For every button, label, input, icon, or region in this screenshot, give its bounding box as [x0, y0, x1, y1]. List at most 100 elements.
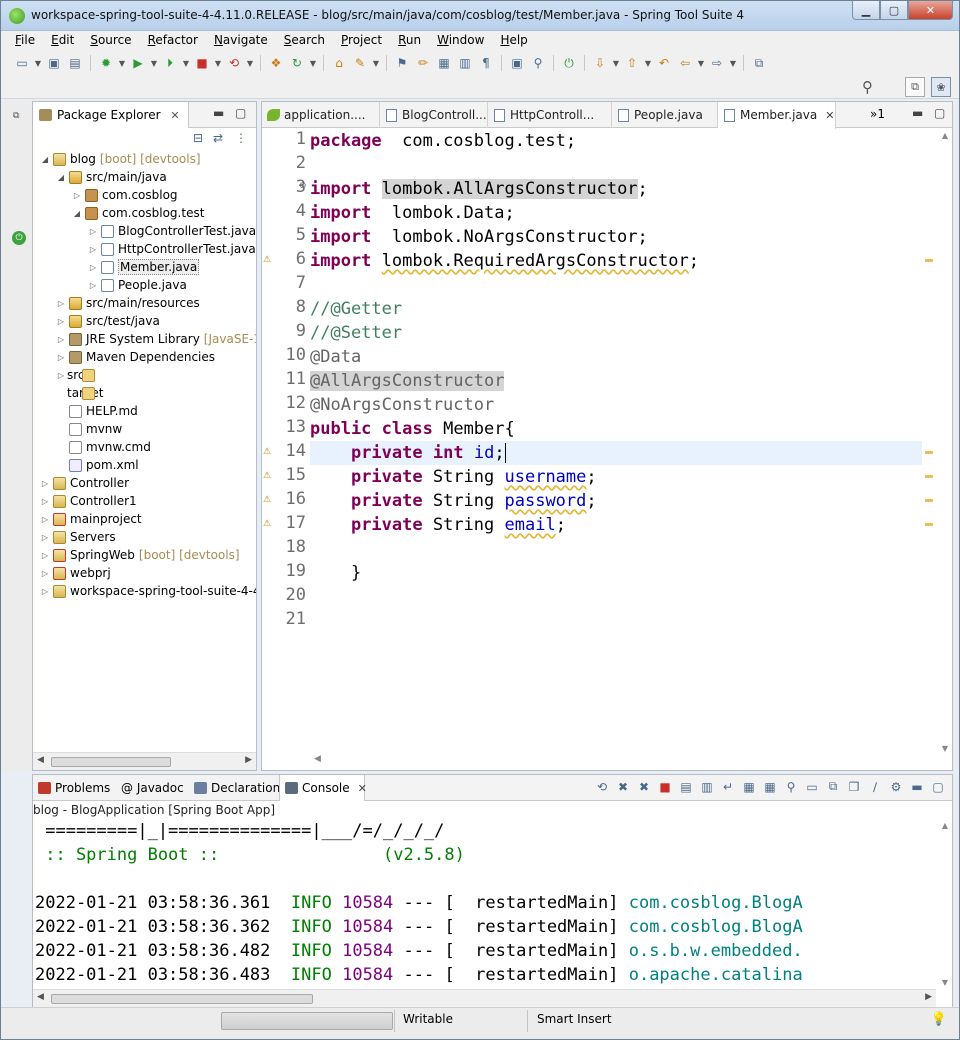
refresh-icon[interactable]: ↻: [288, 54, 306, 72]
tree-item[interactable]: ▷ webprj: [39, 564, 111, 582]
new-icon[interactable]: ▭: [13, 54, 31, 72]
show-on-stdout-icon[interactable]: ▦: [741, 780, 757, 794]
tree-item[interactable]: ▷ mainproject: [39, 510, 142, 528]
collapsed-arrow-icon[interactable]: ▷: [55, 299, 67, 308]
menu-file[interactable]: File: [7, 31, 43, 51]
scroll-up-icon[interactable]: ▲: [942, 821, 948, 830]
tree-item[interactable]: ◢ com.cosblog.test: [71, 204, 204, 222]
fold-toggle-icon[interactable]: ⊖: [299, 181, 307, 191]
new-dropdown-icon[interactable]: ▼: [34, 54, 42, 72]
pin-console-icon[interactable]: ⚲: [783, 780, 799, 794]
bottom-tab-declaration[interactable]: Declaration: [189, 775, 280, 801]
run-external-icon[interactable]: ⏵: [161, 54, 179, 72]
tree-item[interactable]: pom.xml: [55, 456, 139, 474]
debug-dropdown-icon[interactable]: ▼: [118, 54, 126, 72]
overview-warning-mark[interactable]: [925, 499, 933, 502]
last-edit-icon[interactable]: ↶: [655, 54, 673, 72]
collapsed-arrow-icon[interactable]: ▷: [55, 317, 67, 326]
open-folder-icon[interactable]: ⌂: [330, 54, 348, 72]
collapsed-arrow-icon[interactable]: ▷: [87, 245, 99, 254]
close-icon[interactable]: ✕: [170, 109, 179, 122]
overview-warning-mark[interactable]: [925, 259, 933, 262]
next-annotation-icon[interactable]: ⇩: [591, 54, 609, 72]
annotation-icon[interactable]: ⚑: [393, 54, 411, 72]
code-area[interactable]: package com.cosblog.test; import lombok.A…: [310, 129, 922, 749]
expanded-arrow-icon[interactable]: ◢: [55, 173, 67, 182]
tree-item[interactable]: ▷ src/test/java: [55, 312, 160, 330]
bottom-tab-console[interactable]: Console ✕: [279, 775, 367, 801]
maximize-icon[interactable]: ▢: [930, 780, 946, 794]
collapsed-arrow-icon[interactable]: ▷: [55, 371, 67, 380]
remove-launch-icon[interactable]: ✖: [615, 780, 631, 794]
tree-item[interactable]: HELP.md: [55, 402, 138, 420]
view-menu-icon[interactable]: ⋮: [235, 131, 247, 145]
warning-marker-icon[interactable]: ⚠: [263, 447, 274, 458]
collapsed-arrow-icon[interactable]: ▷: [87, 281, 99, 290]
scroll-thumb[interactable]: [51, 757, 171, 767]
bottom-tab-javadoc[interactable]: @ Javadoc: [117, 775, 189, 801]
external-dropdown-icon[interactable]: ▼: [182, 54, 190, 72]
link-with-editor-icon[interactable]: ⇄: [213, 131, 223, 145]
tree-item[interactable]: ▷ src/main/resources: [55, 294, 200, 312]
console-horizontal-scrollbar[interactable]: ◀ ▶: [33, 989, 936, 1007]
tree-item[interactable]: ▷ src: [55, 366, 95, 384]
run-dropdown-icon[interactable]: ▼: [150, 54, 158, 72]
editor-horizontal-scrollbar[interactable]: ◀: [310, 752, 938, 770]
menu-window[interactable]: Window: [429, 31, 492, 51]
tree-item[interactable]: target: [55, 384, 104, 402]
tree-item[interactable]: ▷ Servers: [39, 528, 116, 546]
scroll-down-icon[interactable]: ▼: [942, 978, 948, 987]
prev-annotation-icon[interactable]: ⇧: [623, 54, 641, 72]
tree-item[interactable]: mvnw.cmd: [55, 438, 151, 456]
minimize-icon[interactable]: ▬: [912, 106, 923, 120]
scroll-thumb[interactable]: [51, 994, 313, 1004]
scroll-left-icon[interactable]: ◀: [37, 992, 44, 1002]
forward-dropdown-icon[interactable]: ▼: [729, 54, 737, 72]
pin-icon[interactable]: ⚲: [529, 54, 547, 72]
menu-run[interactable]: Run: [390, 31, 429, 51]
console-vertical-scrollbar[interactable]: ▲ ▼: [936, 819, 952, 989]
collapsed-arrow-icon[interactable]: ▷: [39, 515, 51, 524]
menu-help[interactable]: Help: [492, 31, 535, 51]
console-output[interactable]: =========|_|==============|___/=/_/_/_/ …: [33, 819, 936, 989]
warning-marker-icon[interactable]: ⚠: [263, 495, 274, 506]
menu-source[interactable]: Source: [82, 31, 139, 51]
display-console-icon[interactable]: ▭: [804, 780, 820, 794]
expanded-arrow-icon[interactable]: ◢: [39, 155, 51, 164]
collapsed-arrow-icon[interactable]: ▷: [39, 497, 51, 506]
minimize-button[interactable]: ▁: [852, 1, 880, 20]
expanded-arrow-icon[interactable]: ◢: [71, 209, 83, 218]
prev-annotation-dropdown-icon[interactable]: ▼: [644, 54, 652, 72]
warning-marker-icon[interactable]: ⚠: [263, 471, 274, 482]
collapsed-arrow-icon[interactable]: ▷: [55, 335, 67, 344]
debug-icon[interactable]: ✹: [97, 54, 115, 72]
block-selection-icon[interactable]: ▦: [435, 54, 453, 72]
maximize-icon[interactable]: ▢: [934, 106, 945, 120]
minimize-icon[interactable]: ▬: [213, 106, 224, 120]
warning-marker-icon[interactable]: ⚠: [263, 519, 274, 530]
collapsed-arrow-icon[interactable]: ▷: [39, 569, 51, 578]
open-console-icon[interactable]: ⧉: [825, 779, 841, 794]
tree-item[interactable]: ◢ blog [boot] [devtools]: [39, 150, 201, 168]
tree-item[interactable]: ▷ workspace-spring-tool-suite-4-4.1: [39, 582, 256, 600]
remove-all-icon[interactable]: ✖: [636, 780, 652, 794]
open-perspective-button[interactable]: ⧉: [905, 77, 925, 97]
editor-tab-people-java[interactable]: People.java: [612, 102, 718, 128]
package-explorer-tab[interactable]: Package Explorer ✕: [33, 102, 189, 128]
collapsed-arrow-icon[interactable]: ▷: [39, 587, 51, 596]
collapse-all-icon[interactable]: ⊟: [193, 131, 203, 145]
editor-vertical-scrollbar[interactable]: ▲ ▼: [936, 129, 952, 755]
relaunch-dropdown-icon[interactable]: ▼: [246, 54, 254, 72]
show-whitespace-icon[interactable]: ¶: [477, 54, 495, 72]
menu-navigate[interactable]: Navigate: [206, 31, 276, 51]
tree-item[interactable]: ▷ SpringWeb [boot] [devtools]: [39, 546, 240, 564]
collapsed-arrow-icon[interactable]: ▷: [87, 227, 99, 236]
gear-icon[interactable]: ⚙: [888, 780, 904, 794]
overview-warning-mark[interactable]: [925, 451, 933, 454]
explorer-horizontal-scrollbar[interactable]: ◀ ▶: [33, 752, 256, 770]
collapsed-arrow-icon[interactable]: ▷: [39, 479, 51, 488]
overview-warning-mark[interactable]: [925, 523, 933, 526]
back-icon[interactable]: ⇦: [676, 54, 694, 72]
menu-search[interactable]: Search: [276, 31, 333, 51]
save-icon[interactable]: ▣: [45, 54, 63, 72]
